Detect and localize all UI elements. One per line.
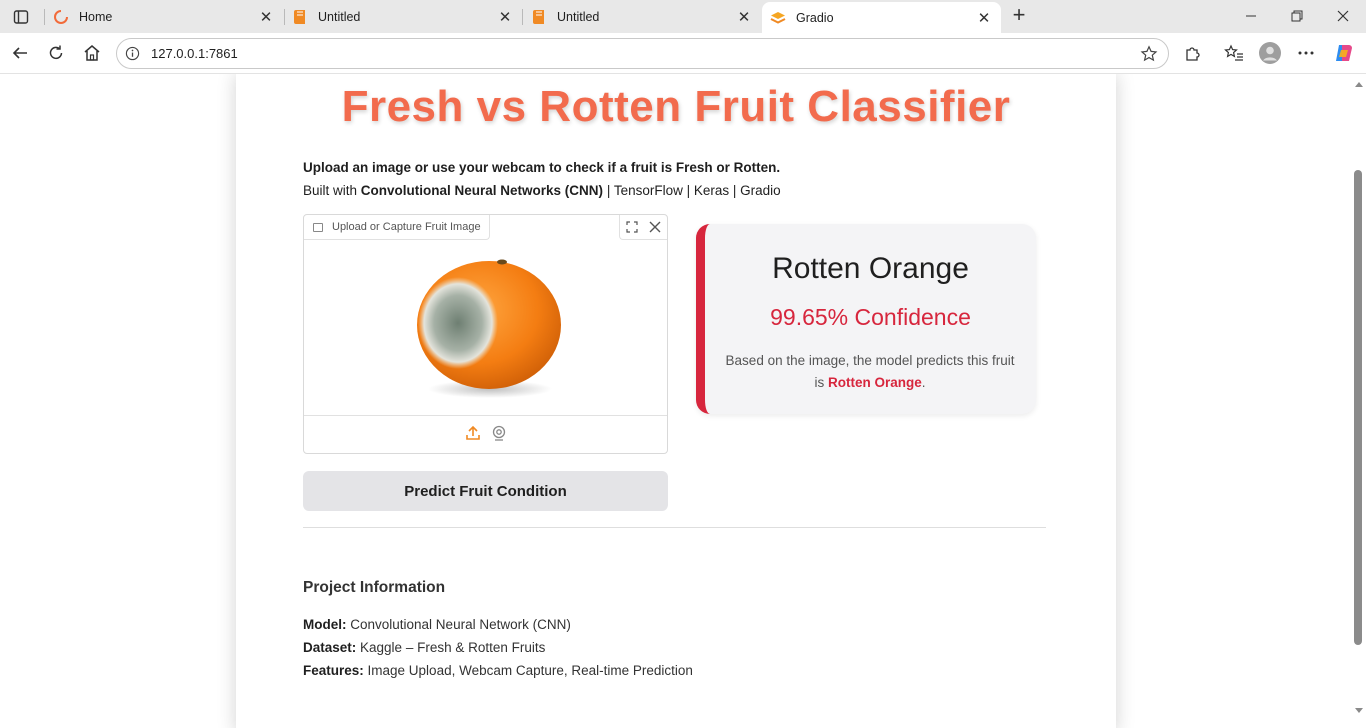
- loading-spinner-icon: [53, 9, 69, 25]
- image-source-selector: [304, 415, 667, 454]
- close-tab-icon[interactable]: ✕: [975, 9, 993, 27]
- arrow-left-icon: [12, 47, 27, 59]
- image-input-panel[interactable]: Upload or Capture Fruit Image: [303, 214, 668, 454]
- fullscreen-button[interactable]: [620, 215, 644, 239]
- clear-image-button[interactable]: [644, 215, 668, 239]
- project-features: Features: Image Upload, Webcam Capture, …: [303, 663, 693, 678]
- favorites-button[interactable]: [1224, 43, 1244, 63]
- tab-home[interactable]: Home ✕: [45, 0, 283, 33]
- built-with-suffix: | TensorFlow | Keras | Gradio: [603, 183, 781, 198]
- webcam-icon: [492, 425, 505, 441]
- uploaded-image: [304, 241, 667, 415]
- tab-gradio[interactable]: Gradio ✕: [762, 2, 1001, 33]
- back-button[interactable]: [10, 43, 30, 63]
- upload-icon: [465, 425, 480, 440]
- restore-button[interactable]: [1287, 6, 1307, 26]
- project-info-heading: Project Information: [303, 579, 446, 596]
- prediction-note: Based on the image, the model predicts t…: [725, 353, 1015, 390]
- vertical-scrollbar[interactable]: [1352, 74, 1364, 728]
- copilot-icon: [1336, 45, 1352, 61]
- extensions-button[interactable]: [1183, 43, 1203, 63]
- gradio-icon: [770, 10, 786, 26]
- predict-button[interactable]: Predict Fruit Condition: [303, 471, 668, 511]
- webcam-source-button[interactable]: [491, 425, 507, 446]
- upload-source-button[interactable]: [465, 425, 481, 446]
- tab-title: Home: [79, 9, 113, 24]
- prediction-note-highlight: Rotten Orange: [827, 375, 922, 390]
- tab-untitled-1[interactable]: Untitled ✕: [284, 0, 522, 33]
- prediction-result-card: Rotten Orange 99.65% Confidence Based on…: [696, 224, 1036, 414]
- section-divider: [303, 527, 1046, 528]
- image-icon: [313, 223, 323, 232]
- more-menu-button[interactable]: [1296, 43, 1316, 63]
- project-dataset: Dataset: Kaggle – Fresh & Rotten Fruits: [303, 640, 546, 655]
- close-tab-icon[interactable]: ✕: [257, 8, 275, 26]
- close-tab-icon[interactable]: ✕: [735, 8, 753, 26]
- favorite-star-icon[interactable]: [1140, 45, 1158, 63]
- book-icon: [531, 9, 547, 25]
- page-viewport: Fresh vs Rotten Fruit Classifier Upload …: [0, 74, 1366, 728]
- intro-text: Upload an image or use your webcam to ch…: [303, 160, 781, 175]
- prediction-confidence: 99.65% Confidence: [770, 304, 971, 330]
- close-icon: [649, 221, 661, 233]
- more-dots-icon: [1298, 51, 1314, 55]
- built-with-line: Built with Convolutional Neural Networks…: [303, 179, 781, 202]
- page-title: Fresh vs Rotten Fruit Classifier: [341, 82, 1011, 131]
- home-icon: [84, 45, 100, 61]
- tab-strip: Home ✕ Untitled ✕ Untitled ✕ Gradio ✕ +: [0, 0, 1366, 33]
- scroll-down-arrow-icon[interactable]: [1355, 708, 1363, 713]
- fullscreen-icon: [626, 221, 638, 233]
- puzzle-icon: [1186, 47, 1200, 61]
- gradio-app-container: Fresh vs Rotten Fruit Classifier Upload …: [236, 74, 1116, 728]
- book-icon: [292, 9, 308, 25]
- image-input-label: Upload or Capture Fruit Image: [304, 215, 490, 240]
- tab-untitled-2[interactable]: Untitled ✕: [523, 0, 761, 33]
- new-tab-button[interactable]: +: [1008, 4, 1030, 27]
- close-window-button[interactable]: [1333, 6, 1353, 26]
- tab-title: Untitled: [557, 9, 600, 24]
- project-info-list: Model: Convolutional Neural Network (CNN…: [303, 613, 693, 682]
- app-description: Upload an image or use your webcam to ch…: [303, 156, 781, 202]
- project-model: Model: Convolutional Neural Network (CNN…: [303, 617, 571, 632]
- minimize-icon: [1246, 15, 1256, 17]
- sidebar-toggle-icon: [13, 10, 29, 24]
- restore-icon: [1291, 10, 1303, 22]
- url-text[interactable]: 127.0.0.1:7861: [151, 46, 238, 61]
- site-info-icon[interactable]: [125, 46, 140, 61]
- close-tab-icon[interactable]: ✕: [496, 8, 514, 26]
- scroll-up-arrow-icon[interactable]: [1355, 82, 1363, 87]
- avatar-icon: [1259, 42, 1281, 64]
- built-with-cnn: Convolutional Neural Networks (CNN): [360, 183, 604, 198]
- tab-actions-button[interactable]: [8, 5, 34, 29]
- image-controls: [619, 215, 667, 240]
- prediction-label: Rotten Orange: [772, 252, 969, 285]
- tab-title: Gradio: [796, 10, 834, 25]
- refresh-icon: [49, 45, 63, 60]
- copilot-button[interactable]: [1333, 42, 1355, 64]
- scrollbar-thumb[interactable]: [1354, 170, 1362, 645]
- browser-toolbar: 127.0.0.1:7861: [0, 33, 1366, 74]
- minimize-button[interactable]: [1241, 6, 1261, 26]
- address-bar[interactable]: 127.0.0.1:7861: [116, 38, 1169, 69]
- home-button[interactable]: [82, 43, 102, 63]
- close-icon: [1337, 10, 1349, 22]
- profile-button[interactable]: [1259, 42, 1281, 64]
- favorites-list-icon: [1224, 44, 1243, 61]
- refresh-button[interactable]: [46, 43, 66, 63]
- tab-title: Untitled: [318, 9, 361, 24]
- built-with-prefix: Built with: [303, 183, 361, 198]
- rotten-orange-image: [416, 259, 561, 398]
